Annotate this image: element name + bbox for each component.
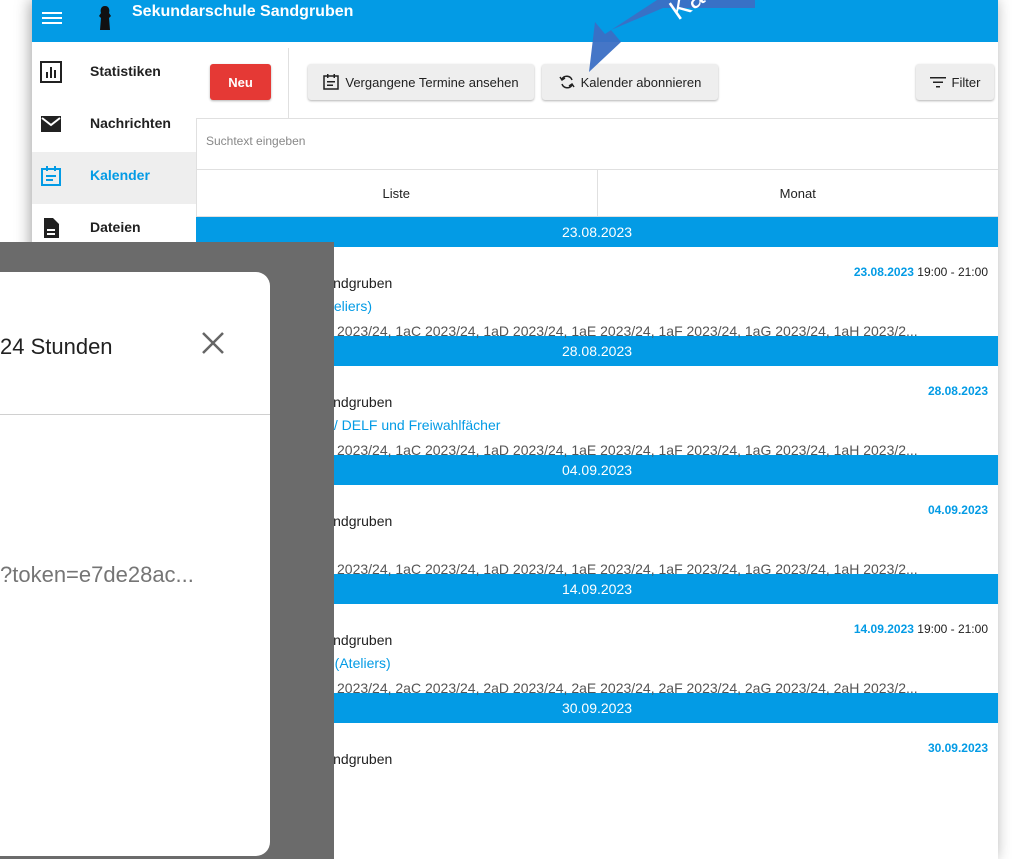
close-icon[interactable] xyxy=(200,330,226,356)
sidebar-item-label: Dateien xyxy=(90,219,141,235)
calendar-icon xyxy=(323,74,340,90)
past-events-button[interactable]: Vergangene Termine ansehen xyxy=(308,64,534,100)
mail-icon xyxy=(41,116,61,132)
new-button-label: Neu xyxy=(228,74,253,90)
event-time: 14.09.2023 19:00 - 21:00 xyxy=(854,622,988,636)
file-icon xyxy=(44,218,59,238)
callout-text: Ka xyxy=(664,0,710,26)
sidebar-item-label: Nachrichten xyxy=(90,115,171,131)
sync-icon xyxy=(559,75,575,89)
sidebar-item-kalender[interactable]: Kalender xyxy=(32,152,196,204)
tab-liste[interactable]: Liste xyxy=(196,170,597,216)
chart-icon xyxy=(40,61,62,83)
sidebar-item-label: Statistiken xyxy=(90,63,161,79)
arrow-callout: Ka xyxy=(589,0,755,72)
calendar-icon xyxy=(41,166,61,186)
subscribe-dialog: 24 Stunden ?token=e7de28ac... xyxy=(0,272,270,856)
new-button[interactable]: Neu xyxy=(210,64,271,100)
event-date: 14.09.2023 xyxy=(853,622,914,636)
event-title[interactable]: ET/ DELF und Freiwahlfächer xyxy=(316,417,500,433)
filter-icon xyxy=(929,77,946,88)
sidebar-item-nachrichten[interactable]: Nachrichten xyxy=(32,100,196,152)
event-time: 30.09.2023 xyxy=(928,741,988,755)
event-classes: aB 2023/24, 1aC 2023/24, 1aD 2023/24, 1a… xyxy=(316,561,918,577)
search-input[interactable] xyxy=(204,133,608,149)
search-bar xyxy=(196,119,998,170)
menu-icon[interactable] xyxy=(42,9,62,29)
filter-button[interactable]: Filter xyxy=(916,64,994,100)
event-time: 23.08.2023 19:00 - 21:00 xyxy=(854,265,988,279)
dialog-divider xyxy=(0,414,270,415)
event-time: 04.09.2023 xyxy=(928,503,988,517)
calendar-url[interactable]: ?token=e7de28ac... xyxy=(0,562,194,588)
event-date: 04.09.2023 xyxy=(927,503,988,517)
toolbar-divider xyxy=(288,48,289,118)
event-date: 23.08.2023 xyxy=(853,265,914,279)
event-hours: 19:00 - 21:00 xyxy=(917,622,988,636)
event-date: 30.09.2023 xyxy=(927,741,988,755)
event-classes: aB 2023/24, 2aC 2023/24, 2aD 2023/24, 2a… xyxy=(316,680,918,696)
sidebar-item-label: Kalender xyxy=(90,167,150,183)
past-events-label: Vergangene Termine ansehen xyxy=(345,74,519,90)
event-date: 28.08.2023 xyxy=(927,384,988,398)
view-tabs: Liste Monat xyxy=(196,170,998,217)
event-time: 28.08.2023 xyxy=(928,384,988,398)
sidebar-item-statistiken[interactable]: Statistiken xyxy=(32,48,196,100)
dialog-title: 24 Stunden xyxy=(0,334,113,359)
top-app-bar: Sekundarschule Sandgruben xyxy=(32,0,998,42)
subscribe-calendar-label: Kalender abonnieren xyxy=(580,74,702,90)
tab-monat[interactable]: Monat xyxy=(596,170,999,216)
app-title: Sekundarschule Sandgruben xyxy=(132,3,354,20)
event-hours: 19:00 - 21:00 xyxy=(917,265,988,279)
school-logo-icon xyxy=(99,6,111,30)
event-classes: aB 2023/24, 1aC 2023/24, 1aD 2023/24, 1a… xyxy=(316,323,918,339)
filter-label: Filter xyxy=(951,74,981,90)
event-classes: aB 2023/24, 1aC 2023/24, 1aD 2023/24, 1a… xyxy=(316,442,918,458)
